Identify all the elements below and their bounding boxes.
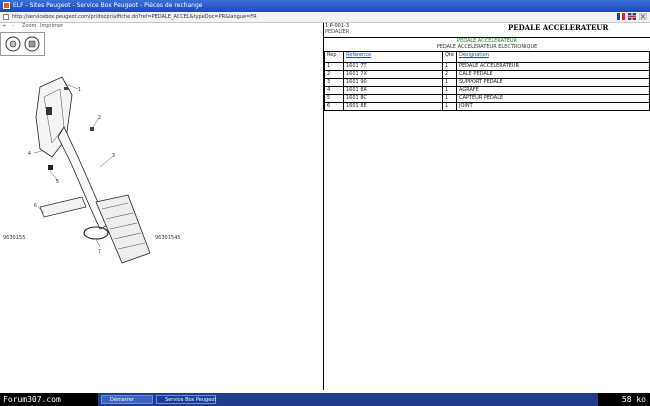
row-qty: 1	[442, 86, 457, 95]
diagram-toolbar: + - Zoom Imprimer	[0, 23, 180, 31]
header-ref: Rep	[324, 51, 344, 63]
close-icon[interactable]	[639, 13, 647, 20]
callout-number: 1	[78, 87, 81, 93]
section-subheading: PEDALE ACCELERATEUR ELECTRONIQUE	[436, 44, 538, 50]
address-url[interactable]: http://servicebox.peugeot.com/pr/docpr/a…	[12, 14, 257, 20]
row-part-number: 1601 8A	[343, 86, 443, 95]
table-row[interactable]: 2 1601 7X 2 CALE PEDALE	[324, 70, 650, 79]
window-title: ELF - Sites Peugeot - Service Box Peugeo…	[13, 2, 203, 9]
row-qty: 2	[442, 70, 457, 79]
row-part-number: 1601 7T	[343, 62, 443, 71]
table-row[interactable]: 3 1601 90 1 SUPPORT PEDALE	[324, 78, 650, 87]
english-flag-icon[interactable]	[628, 13, 636, 20]
row-ref: 3	[324, 78, 344, 87]
callout-number: 3	[112, 153, 115, 159]
zoom-in-button[interactable]: +	[2, 23, 6, 30]
detail-subtitle: PEDALIER	[325, 29, 350, 35]
detail-title: PEDALE ACCELERATEUR	[508, 23, 609, 32]
callout-number: 2	[98, 115, 101, 121]
row-ref: 5	[324, 94, 344, 103]
pedal-thumbnail-image	[5, 36, 40, 52]
diagram-pane: + - Zoom Imprimer 1 2 3 4 5 6 7 9630155 …	[0, 23, 323, 390]
row-ref: 4	[324, 86, 344, 95]
taskbar: Forum307.com Démarrer Service Box Peugeo…	[0, 393, 650, 406]
taskbar-window-button[interactable]: Service Box Peugeot	[156, 395, 216, 404]
row-qty: 1	[442, 62, 457, 71]
row-qty: 1	[442, 94, 457, 103]
diagram-reference-left: 9630155	[3, 235, 26, 241]
row-ref: 6	[324, 102, 344, 111]
table-header-row: Rep Référence Qté Désignation	[324, 51, 650, 63]
callout-number: 7	[98, 249, 101, 255]
detail-header: 1 P-001-3 PEDALIER PEDALE ACCELERATEUR	[324, 23, 650, 38]
callout-number: 5	[56, 179, 59, 185]
row-description: SUPPORT PEDALE	[455, 78, 650, 87]
parts-detail-pane: 1 P-001-3 PEDALIER PEDALE ACCELERATEUR P…	[324, 23, 650, 390]
brand-watermark: Forum307.com	[0, 393, 98, 406]
row-part-number: 1601 8E	[343, 102, 443, 111]
row-part-number: 1601 8C	[343, 94, 443, 103]
row-description: CAPTEUR PEDALE	[455, 94, 650, 103]
zoom-out-button[interactable]: -	[12, 23, 14, 30]
address-bar[interactable]: http://servicebox.peugeot.com/pr/docpr/a…	[0, 12, 650, 23]
exploded-parts-diagram: 1 2 3 4 5 6 7	[28, 76, 151, 264]
row-part-number: 1601 90	[343, 78, 443, 87]
row-description: AGRAFE	[455, 86, 650, 95]
table-row[interactable]: 1 1601 7T 1 PEDALE ACCELERATEUR	[324, 62, 650, 71]
row-description: PEDALE ACCELERATEUR	[455, 62, 650, 71]
row-qty: 1	[442, 78, 457, 87]
diagram-reference-right: 96301545	[155, 235, 181, 241]
header-designation[interactable]: Désignation	[455, 51, 650, 63]
callout-number: 6	[34, 203, 37, 209]
zoom-button[interactable]: Zoom	[22, 23, 36, 30]
parts-table: Rep Référence Qté Désignation 1 1601 7T …	[324, 51, 650, 111]
start-button[interactable]: Démarrer	[101, 395, 153, 404]
table-row[interactable]: 4 1601 8A 1 AGRAFE	[324, 86, 650, 95]
page-icon	[3, 14, 9, 20]
row-description: JOINT	[455, 102, 650, 111]
callout-number: 4	[28, 151, 31, 157]
table-row[interactable]: 5 1601 8C 1 CAPTEUR PEDALE	[324, 94, 650, 103]
row-qty: 1	[442, 102, 457, 111]
thumbnail-panel[interactable]	[0, 32, 45, 56]
table-row[interactable]: 6 1601 8E 1 JOINT	[324, 102, 650, 111]
file-size-indicator: 58 ko	[598, 393, 650, 406]
row-description: CALE PEDALE	[455, 70, 650, 79]
row-ref: 2	[324, 70, 344, 79]
window-title-bar: ELF - Sites Peugeot - Service Box Peugeo…	[0, 0, 650, 12]
header-reference[interactable]: Référence	[343, 51, 443, 63]
print-button[interactable]: Imprimer	[40, 23, 63, 30]
french-flag-icon[interactable]	[617, 13, 625, 20]
row-ref: 1	[324, 62, 344, 71]
app-icon	[3, 2, 10, 9]
header-qty: Qté	[442, 51, 457, 63]
row-part-number: 1601 7X	[343, 70, 443, 79]
